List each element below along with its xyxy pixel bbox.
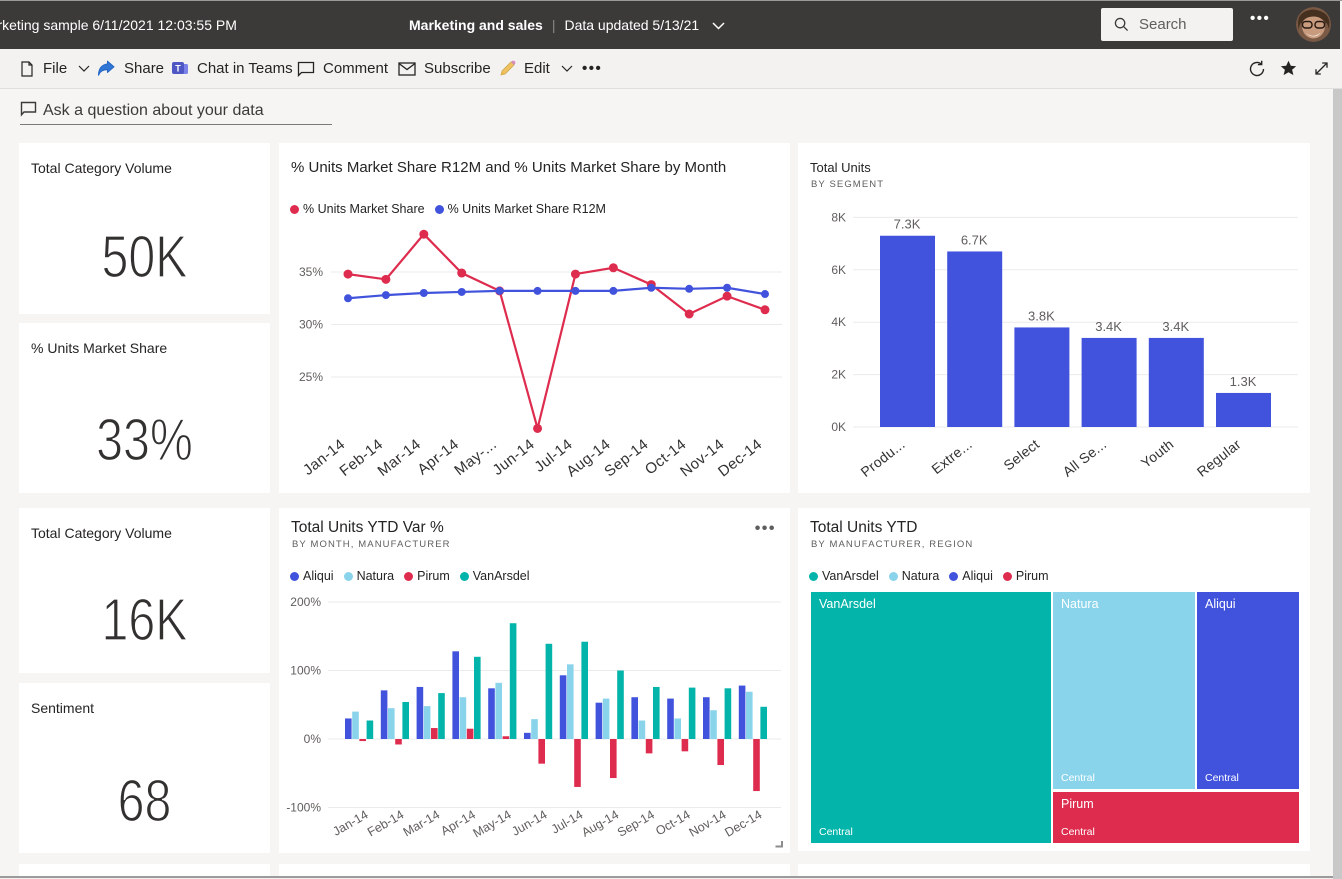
svg-text:Feb-14: Feb-14 bbox=[365, 807, 406, 839]
svg-text:Youth: Youth bbox=[1138, 436, 1177, 471]
svg-text:Regular: Regular bbox=[1194, 436, 1244, 480]
svg-text:Jun-14: Jun-14 bbox=[490, 436, 539, 479]
svg-text:Jan-14: Jan-14 bbox=[330, 807, 370, 838]
svg-text:Mar-14: Mar-14 bbox=[401, 807, 442, 839]
svg-text:Sep-14: Sep-14 bbox=[615, 807, 657, 839]
svg-text:200%: 200% bbox=[290, 595, 321, 609]
svg-text:Mar-14: Mar-14 bbox=[374, 436, 424, 480]
svg-text:Sep-14: Sep-14 bbox=[601, 436, 651, 481]
svg-text:25%: 25% bbox=[299, 370, 323, 384]
svg-text:May-14: May-14 bbox=[471, 807, 514, 840]
svg-text:6K: 6K bbox=[831, 263, 846, 277]
svg-text:3.4K: 3.4K bbox=[1162, 319, 1189, 334]
svg-text:8K: 8K bbox=[831, 210, 846, 224]
svg-text:30%: 30% bbox=[299, 318, 323, 332]
svg-text:35%: 35% bbox=[299, 265, 323, 279]
svg-text:Nov-14: Nov-14 bbox=[687, 807, 729, 839]
svg-text:Extre...: Extre... bbox=[928, 436, 975, 477]
svg-text:Apr-14: Apr-14 bbox=[438, 807, 478, 838]
svg-text:Dec-14: Dec-14 bbox=[722, 807, 764, 839]
svg-text:Jul-14: Jul-14 bbox=[549, 807, 586, 836]
svg-text:-100%: -100% bbox=[286, 801, 321, 815]
svg-text:6.7K: 6.7K bbox=[961, 232, 988, 247]
svg-text:4K: 4K bbox=[831, 315, 846, 329]
svg-text:1.3K: 1.3K bbox=[1230, 374, 1257, 389]
svg-text:3.4K: 3.4K bbox=[1095, 319, 1122, 334]
svg-text:0K: 0K bbox=[831, 420, 846, 434]
svg-text:All Se...: All Se... bbox=[1059, 436, 1109, 480]
svg-text:Jun-14: Jun-14 bbox=[509, 807, 549, 838]
svg-text:Aug-14: Aug-14 bbox=[579, 807, 621, 839]
svg-text:Dec-14: Dec-14 bbox=[715, 436, 765, 481]
svg-text:Produ...: Produ... bbox=[857, 436, 907, 480]
svg-text:100%: 100% bbox=[290, 664, 321, 678]
svg-text:Select: Select bbox=[1000, 436, 1042, 474]
svg-text:May-...: May-... bbox=[451, 436, 500, 479]
svg-text:7.3K: 7.3K bbox=[894, 217, 921, 232]
svg-text:0%: 0% bbox=[304, 732, 322, 746]
svg-text:2K: 2K bbox=[831, 368, 846, 382]
svg-text:Oct-14: Oct-14 bbox=[653, 807, 693, 838]
svg-text:T: T bbox=[175, 63, 181, 73]
svg-text:3.8K: 3.8K bbox=[1028, 308, 1055, 323]
